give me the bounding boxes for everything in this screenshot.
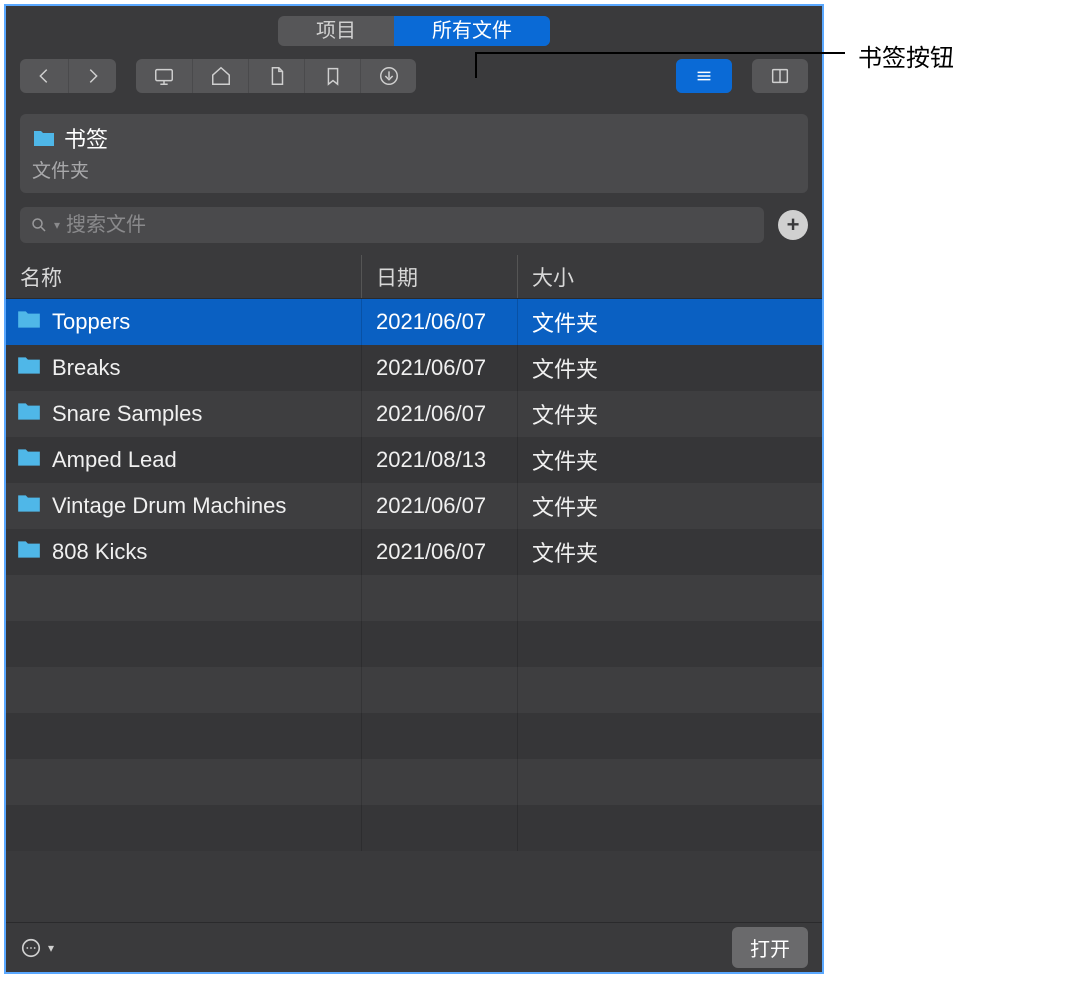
file-kind: 文件夹 xyxy=(518,306,822,338)
file-kind: 文件夹 xyxy=(518,490,822,522)
file-name: 808 Kicks xyxy=(52,539,147,565)
search-input[interactable] xyxy=(66,214,754,237)
bookmarks-button[interactable] xyxy=(304,59,360,93)
bookmark-icon xyxy=(322,65,344,87)
table-row[interactable]: 808 Kicks 2021/06/07文件夹 xyxy=(6,529,822,575)
file-name: Toppers xyxy=(52,309,130,335)
file-name: Breaks xyxy=(52,355,120,381)
folder-icon xyxy=(32,128,56,148)
computer-button[interactable] xyxy=(136,59,192,93)
table-row[interactable]: Vintage Drum Machines 2021/06/07文件夹 xyxy=(6,483,822,529)
home-button[interactable] xyxy=(192,59,248,93)
callout-label: 书签按钮 xyxy=(858,38,954,73)
file-browser-window: 项目 所有文件 xyxy=(4,4,824,974)
column-size[interactable]: 大小 xyxy=(518,255,822,298)
file-kind: 文件夹 xyxy=(518,444,822,476)
top-tabs: 项目 所有文件 xyxy=(6,6,822,46)
table-header: 名称 日期 大小 xyxy=(6,255,822,299)
table-row[interactable]: Snare Samples 2021/06/07文件夹 xyxy=(6,391,822,437)
file-date: 2021/06/07 xyxy=(362,299,518,345)
downloads-button[interactable] xyxy=(360,59,416,93)
file-date: 2021/06/07 xyxy=(362,483,518,529)
tab-all-files[interactable]: 所有文件 xyxy=(394,16,550,46)
file-date: 2021/06/07 xyxy=(362,391,518,437)
location-header: 书签 文件夹 xyxy=(20,114,808,193)
table-row[interactable]: Breaks 2021/06/07文件夹 xyxy=(6,345,822,391)
chevron-left-icon xyxy=(33,65,55,87)
empty-row xyxy=(6,713,822,759)
columns-icon xyxy=(769,65,791,87)
search-field[interactable]: ▾ xyxy=(20,207,764,243)
file-date: 2021/06/07 xyxy=(362,529,518,575)
folder-icon xyxy=(16,308,42,336)
folder-icon xyxy=(16,446,42,474)
plus-icon: + xyxy=(787,212,800,238)
folder-icon xyxy=(16,354,42,382)
empty-row xyxy=(6,667,822,713)
file-kind: 文件夹 xyxy=(518,398,822,430)
nav-back-button[interactable] xyxy=(20,59,68,93)
empty-row xyxy=(6,805,822,851)
folder-icon xyxy=(16,492,42,520)
file-name: Snare Samples xyxy=(52,401,202,427)
search-icon xyxy=(30,216,48,234)
project-button[interactable] xyxy=(248,59,304,93)
list-icon xyxy=(693,65,715,87)
toolbar xyxy=(6,46,822,106)
empty-row xyxy=(6,621,822,667)
empty-row xyxy=(6,575,822,621)
column-date[interactable]: 日期 xyxy=(362,255,518,298)
folder-icon xyxy=(16,400,42,428)
callout-line-vertical xyxy=(475,52,477,78)
file-name: Vintage Drum Machines xyxy=(52,493,286,519)
table-row[interactable]: Amped Lead 2021/08/13文件夹 xyxy=(6,437,822,483)
file-kind: 文件夹 xyxy=(518,352,822,384)
chevron-down-icon: ▾ xyxy=(54,218,60,232)
table-row[interactable]: Toppers 2021/06/07文件夹 xyxy=(6,299,822,345)
column-view-button[interactable] xyxy=(752,59,808,93)
file-kind: 文件夹 xyxy=(518,536,822,568)
open-button[interactable]: 打开 xyxy=(732,927,808,968)
footer-bar: ▾ 打开 xyxy=(6,922,822,972)
display-icon xyxy=(153,65,175,87)
column-name[interactable]: 名称 xyxy=(6,255,362,298)
add-button[interactable]: + xyxy=(778,210,808,240)
list-view-button[interactable] xyxy=(676,59,732,93)
file-date: 2021/06/07 xyxy=(362,345,518,391)
chevron-right-icon xyxy=(82,65,104,87)
download-icon xyxy=(378,65,400,87)
file-name: Amped Lead xyxy=(52,447,177,473)
tab-project[interactable]: 项目 xyxy=(278,16,394,46)
empty-row xyxy=(6,759,822,805)
document-icon xyxy=(266,65,288,87)
callout-line xyxy=(475,52,845,54)
location-title: 书签 xyxy=(64,122,108,154)
location-subtitle: 文件夹 xyxy=(32,156,796,183)
nav-forward-button[interactable] xyxy=(68,59,116,93)
folder-icon xyxy=(16,538,42,566)
file-list: 名称 日期 大小 Toppers2021/06/07文件夹Breaks2021/… xyxy=(6,255,822,922)
home-icon xyxy=(210,65,232,87)
actions-menu-button[interactable]: ▾ xyxy=(20,937,54,959)
chevron-down-icon: ▾ xyxy=(48,941,54,955)
ellipsis-circle-icon xyxy=(20,937,42,959)
file-date: 2021/08/13 xyxy=(362,437,518,483)
